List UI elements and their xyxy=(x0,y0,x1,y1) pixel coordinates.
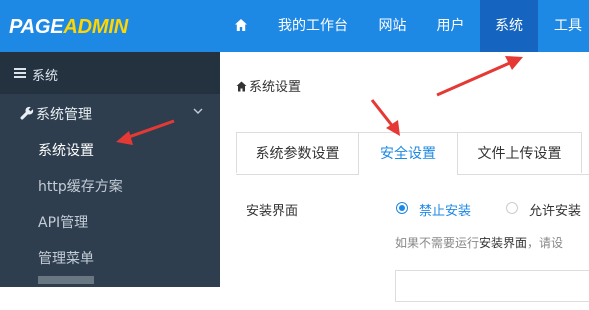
sidebar-item-cut-off xyxy=(38,276,94,284)
radio-label-allow-install[interactable]: 允许安装 xyxy=(529,200,581,219)
sidebar-group-label: 系统管理 xyxy=(36,107,92,123)
sidebar-group-system-management[interactable]: 系统管理 xyxy=(0,94,220,130)
tab-file-upload[interactable]: 文件上传设置 xyxy=(457,132,582,173)
nav-item-tools[interactable]: 工具 xyxy=(538,0,589,52)
sidebar-section-system[interactable]: 系统 xyxy=(0,52,220,94)
radio-label-disable-install[interactable]: 禁止安装 xyxy=(419,200,471,219)
sidebar-item-label: 系统设置 xyxy=(38,143,94,159)
sidebar-item-admin-menu[interactable]: 管理菜单 xyxy=(0,238,220,274)
sidebar-section-label: 系统 xyxy=(32,69,59,84)
radio-allow-install[interactable] xyxy=(506,202,518,214)
home-icon xyxy=(235,19,247,31)
logo-text-page: PAGE xyxy=(9,16,64,38)
logo[interactable]: PAGEADMIN xyxy=(9,17,128,37)
logo-text-admin: ADMIN xyxy=(63,16,128,38)
help-text-bold: 安装界面 xyxy=(479,236,528,250)
radio-disable-install[interactable] xyxy=(396,202,408,214)
help-text: 如果不需要运行安装界面，请设 xyxy=(395,234,563,251)
arrow-to-system-nav xyxy=(436,56,523,97)
sidebar-item-http-cache[interactable]: http缓存方案 xyxy=(0,166,220,202)
sidebar-item-label: API管理 xyxy=(38,215,89,231)
nav-item-users[interactable]: 用户 xyxy=(421,0,480,52)
nav-home[interactable] xyxy=(220,0,262,52)
chevron-down-icon xyxy=(193,108,203,114)
menu-icon xyxy=(14,68,26,78)
tab-system-params[interactable]: 系统参数设置 xyxy=(236,132,359,173)
settings-tabs: 系统参数设置 安全设置 文件上传设置 xyxy=(236,132,589,175)
text-input[interactable] xyxy=(395,270,589,302)
logo-area: PAGEADMIN xyxy=(0,0,220,52)
sidebar-item-partial[interactable] xyxy=(0,274,220,310)
breadcrumb: 系统设置 xyxy=(236,76,301,95)
breadcrumb-label: 系统设置 xyxy=(249,80,302,95)
tab-security[interactable]: 安全设置 xyxy=(358,132,458,175)
nav-item-dashboard[interactable]: 我的工作台 xyxy=(262,0,364,52)
sidebar-item-api[interactable]: API管理 xyxy=(0,202,220,238)
help-text-suffix: ，请设 xyxy=(527,236,564,250)
sidebar-item-system-settings[interactable]: 系统设置 xyxy=(0,130,220,166)
help-text-prefix: 如果不需要运行 xyxy=(395,236,480,250)
wrench-icon xyxy=(20,106,34,120)
form-label-install: 安装界面 xyxy=(246,204,299,219)
arrow-to-security-tab xyxy=(370,99,400,136)
home-icon[interactable] xyxy=(236,81,247,92)
sidebar: 系统 系统管理 系统设置 http缓存方案 API管理 管理菜单 xyxy=(0,52,220,287)
nav-item-system[interactable]: 系统 xyxy=(480,0,538,52)
sidebar-item-label: 管理菜单 xyxy=(38,251,94,267)
sidebar-item-label: http缓存方案 xyxy=(38,179,123,195)
nav-item-website[interactable]: 网站 xyxy=(364,0,421,52)
top-header: PAGEADMIN 我的工作台 网站 用户 系统 工具 xyxy=(0,0,589,52)
